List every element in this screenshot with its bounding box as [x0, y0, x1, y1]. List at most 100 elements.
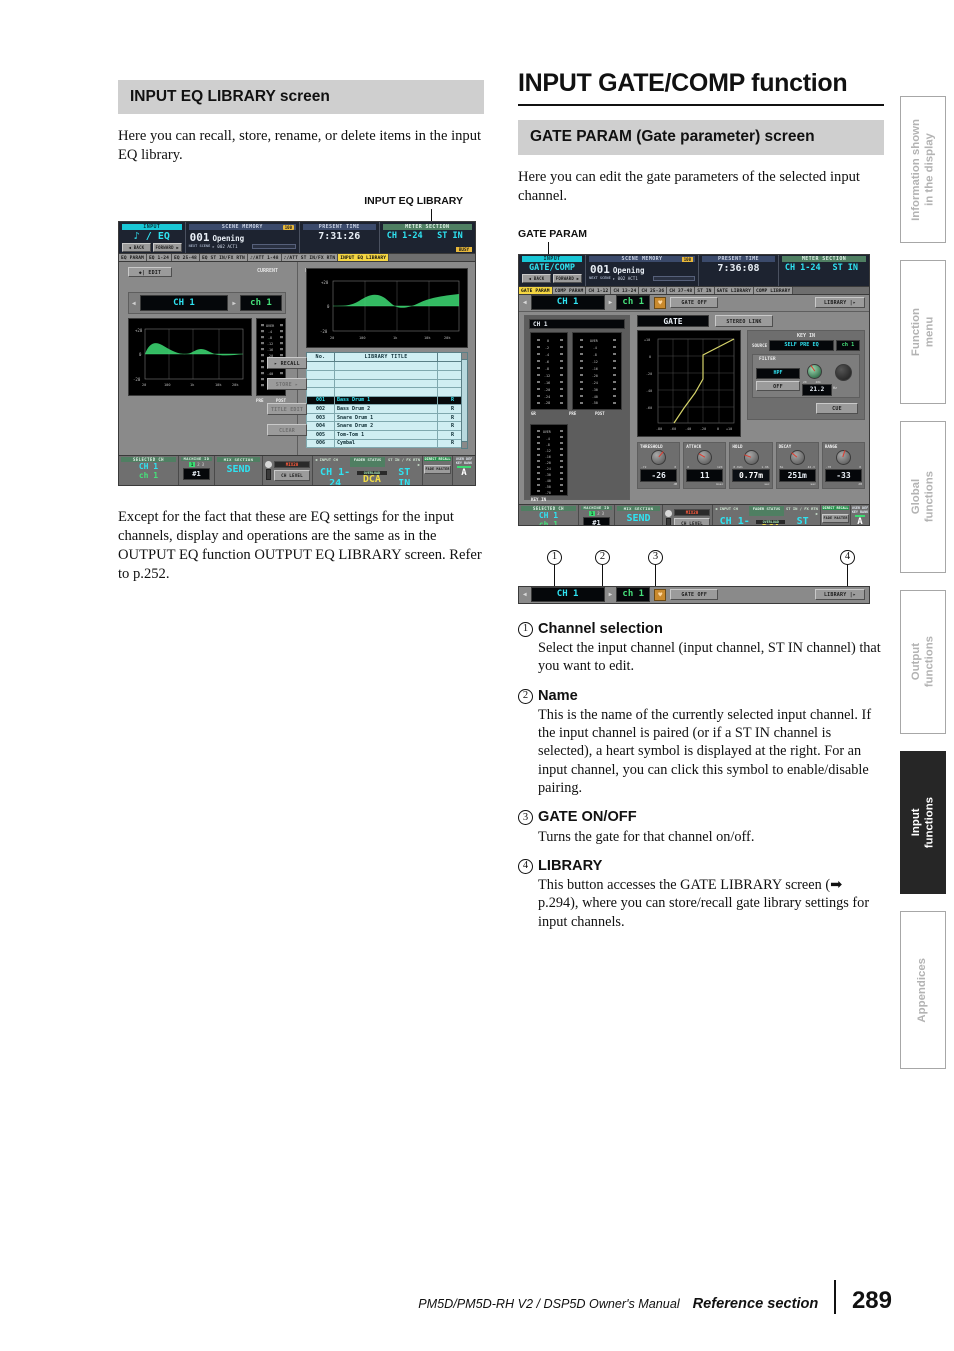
eq-encoder-icon[interactable]	[265, 461, 272, 469]
eq-meter-right[interactable]: ST IN	[429, 231, 471, 241]
tab-ch-13-24[interactable]: CH 13-24	[611, 286, 640, 294]
tab-ch-25-36[interactable]: CH 25-36	[639, 286, 668, 294]
send-button[interactable]: SEND	[215, 463, 262, 476]
tab-ch-1-12[interactable]: CH 1-12	[586, 286, 612, 294]
param-decay-value[interactable]: 251m	[778, 468, 816, 482]
callout-ch-next-arrow[interactable]: ▶	[609, 591, 613, 598]
eq-scene-memory-cell[interactable]: SCENE MEMORY 100 001 Opening NEXT SCENE …	[186, 222, 300, 254]
input-eq-library-screenshot[interactable]: INPUT ♪ / EQ ◀ BACK FORWARD ▶ SCENE MEMO…	[118, 221, 476, 487]
gate-fade-master-button[interactable]: FADE MASTER	[822, 513, 849, 523]
callout-channel-name[interactable]: ch 1	[616, 587, 651, 603]
title-edit-button[interactable]: TITLE EDIT	[267, 403, 307, 416]
key-in-filter-state[interactable]: OFF	[756, 380, 800, 391]
gate-library-button[interactable]: LIBRARY |▸	[815, 297, 865, 309]
gate-forward-button[interactable]: FORWARD ▶	[553, 274, 582, 284]
gate-back-button[interactable]: ◀ BACK	[522, 274, 551, 284]
gate-direct-recall-cell[interactable]: DIRECT RECALL FADE MASTER	[821, 504, 851, 525]
callout-gate-onoff-button[interactable]: GATE OFF	[670, 589, 719, 601]
eq-library-list[interactable]: No. LIBRARY TITLE 001 Bass Drum 1 R 002 …	[306, 352, 468, 450]
gate-input-cell[interactable]: INPUT GATE/COMP ◀ BACK FORWARD ▶	[519, 254, 586, 286]
tab-ch-37-48[interactable]: CH 37-48	[667, 286, 696, 294]
table-row-blank[interactable]	[306, 361, 468, 371]
tab-att-st-in-fx-rtn[interactable]: ♪/ATT ST IN/FX RTN	[281, 254, 339, 262]
eq-ch-level-button[interactable]: CH LEVEL	[274, 469, 310, 481]
gate-param-screenshot[interactable]: INPUT GATE/COMP ◀ BACK FORWARD ▶ SCENE M…	[518, 253, 870, 526]
fade-master-button[interactable]: FADE MASTER	[424, 465, 451, 475]
key-in-filter-type[interactable]: HPF	[756, 367, 800, 379]
gate-ch-level-button[interactable]: CH LEVEL	[674, 518, 710, 525]
gate-send-button[interactable]: SEND	[615, 512, 662, 525]
gate-channel-name[interactable]: ch 1	[616, 295, 651, 311]
tab-att-1-48[interactable]: ♪/ATT 1-48	[247, 254, 282, 262]
eq-input-cell[interactable]: INPUT ♪ / EQ ◀ BACK FORWARD ▶	[119, 222, 186, 254]
key-in-source-value[interactable]: SELF PRE EQ	[769, 339, 834, 351]
tab-eq-1-24[interactable]: EQ 1-24	[146, 254, 172, 262]
gate-scene-memory-cell[interactable]: SCENE MEMORY 100 001 Opening NEXT SCENE …	[586, 254, 699, 286]
gate-st-in[interactable]: ST IN	[788, 516, 817, 525]
gate-meter-left[interactable]: CH 1-24	[783, 263, 823, 273]
gate-channel-selector[interactable]: CH 1	[530, 295, 605, 311]
cue-button[interactable]: CUE	[816, 402, 858, 414]
param-hold-knob[interactable]	[732, 449, 769, 465]
gate-ch-next-arrow[interactable]: ▶	[609, 299, 613, 306]
eq-ch-range[interactable]: CH 1-24	[316, 467, 354, 485]
eq-forward-button[interactable]: FORWARD ▶	[152, 242, 182, 252]
key-in-freq-value[interactable]: 21.2	[802, 383, 832, 396]
gate-encoder-icon[interactable]	[665, 509, 672, 517]
direct-recall-button[interactable]: DIRECT RECALL	[424, 457, 451, 462]
gate-ch-range[interactable]: CH 1-24	[716, 516, 753, 525]
tab-eq-st-in-fx-rtn[interactable]: EQ ST IN/FX RTN	[199, 254, 248, 262]
param-range-knob[interactable]	[825, 449, 862, 465]
tab-gate-param[interactable]: GATE PARAM	[519, 286, 553, 294]
tab-st-in[interactable]: ST IN	[695, 286, 715, 294]
thumb-tab-output-functions[interactable]: Output functions	[900, 590, 946, 734]
thumb-tab-information-shown[interactable]: Information shown in the display	[900, 96, 946, 243]
thumb-tab-appendices[interactable]: Appendices	[900, 911, 946, 1069]
key-in-source-ch[interactable]: ch 1	[836, 339, 860, 351]
eq-direct-recall-cell[interactable]: DIRECT RECALL FADE MASTER	[423, 456, 453, 486]
table-row-blank[interactable]	[306, 387, 468, 397]
param-threshold-value[interactable]: -26	[640, 468, 678, 482]
gate-ch-level-cell[interactable]: MIX20 CH LEVEL	[663, 504, 713, 525]
eq-mix-section-cell[interactable]: MIX SECTION SEND	[215, 456, 263, 486]
param-hold-value[interactable]: 0.77m	[732, 468, 770, 482]
tab-comp-param[interactable]: COMP PARAM	[552, 286, 587, 294]
heart-icon[interactable]: ♥	[654, 296, 667, 309]
callout-channel-selector[interactable]: CH 1	[530, 587, 605, 603]
gate-ch-prev-arrow[interactable]: ◀	[523, 299, 527, 306]
gate-meter-right[interactable]: ST IN	[826, 263, 866, 273]
recall-button[interactable]: ▸ RECALL	[267, 357, 307, 370]
eq-channel-selector[interactable]: CH 1	[139, 295, 229, 312]
eq-dca[interactable]: DCA	[357, 475, 386, 485]
eq-channel-name[interactable]: ch 1	[240, 295, 282, 312]
thumb-tab-global-functions[interactable]: Global functions	[900, 421, 946, 573]
param-attack-knob[interactable]	[686, 449, 723, 465]
scroll-up-icon[interactable]	[462, 353, 467, 361]
eq-fader-icon[interactable]	[266, 469, 271, 481]
key-in-q-knob[interactable]	[835, 363, 852, 381]
callout-ch-prev-arrow[interactable]: ◀	[523, 591, 527, 598]
clear-button[interactable]: CLEAR	[267, 424, 307, 437]
key-in-freq-knob[interactable]	[807, 363, 822, 379]
tab-eq-25-48[interactable]: EQ 25-48	[172, 254, 200, 262]
thumb-tab-input-functions[interactable]: Input functions	[900, 751, 946, 894]
eq-edit-button[interactable]: ◆| EDIT	[128, 267, 172, 278]
eq-user-def-cell[interactable]: USER DEF KEY BANK A	[453, 456, 475, 486]
table-row[interactable]: 004 Snare Drum 2 R	[306, 421, 468, 432]
table-row-blank[interactable]	[306, 369, 468, 380]
eq-ch-level-cell[interactable]: MIX20 CH LEVEL	[263, 456, 313, 486]
eq-tab-row[interactable]: EQ PARAM EQ 1-24 EQ 25-48 EQ ST IN/FX RT…	[119, 253, 475, 263]
tab-eq-param[interactable]: EQ PARAM	[119, 254, 147, 262]
eq-current-graph[interactable]: +20 0 -20 20 100 1k 10k 20k	[128, 318, 252, 397]
eq-ch-next-arrow[interactable]: ▶	[232, 300, 236, 307]
eq-meter-section-cell[interactable]: METER SECTION CH 1-24 ST IN BUSY	[380, 222, 475, 253]
gate-mix-section-cell[interactable]: MIX SECTION SEND	[615, 504, 663, 525]
thumb-tab-function-menu[interactable]: Function menu	[900, 260, 946, 404]
eq-fader-status-cell[interactable]: ◀ INPUT CH FADER STATUS ST IN / FX RTN ▶…	[313, 456, 423, 486]
table-row[interactable]: 005 Tom-Tom 1 R	[306, 430, 468, 440]
table-row[interactable]: 001 Bass Drum 1 R	[306, 395, 468, 406]
callout-library-button[interactable]: LIBRARY |▸	[815, 589, 865, 601]
eq-library-scrollbar[interactable]	[461, 352, 468, 450]
param-decay-knob[interactable]	[779, 449, 816, 465]
eq-st-in[interactable]: ST IN	[390, 467, 419, 485]
